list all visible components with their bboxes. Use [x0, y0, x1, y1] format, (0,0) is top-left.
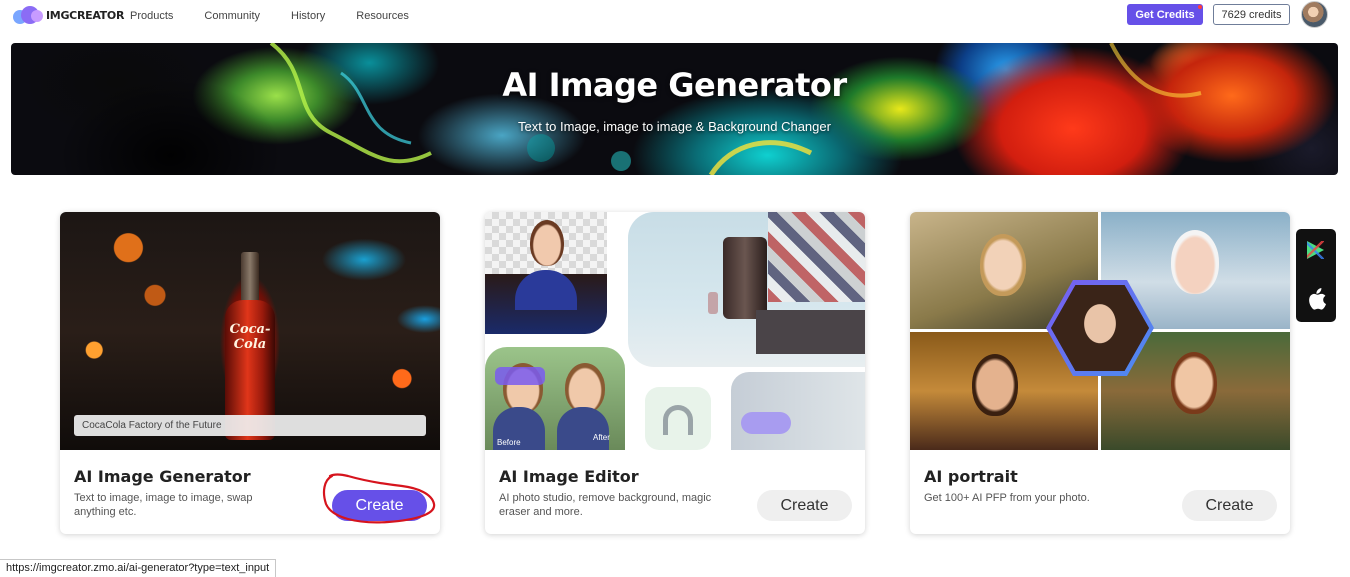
- credits-balance[interactable]: 7629 credits: [1213, 4, 1290, 25]
- brand-name: IMGCREATOR: [46, 8, 125, 22]
- logo-mark-icon: [13, 4, 43, 26]
- tile-coffee-machine: [628, 212, 865, 367]
- nav-link-community[interactable]: Community: [204, 10, 260, 22]
- nav-link-products[interactable]: Products: [130, 10, 173, 22]
- apple-icon[interactable]: [1305, 287, 1327, 315]
- card-image-portraits: [910, 212, 1290, 450]
- tile-headphones: [645, 387, 711, 450]
- create-button[interactable]: Create: [1182, 490, 1277, 521]
- get-credits-button[interactable]: Get Credits: [1127, 4, 1203, 25]
- tile-magic-eraser: [731, 372, 865, 450]
- status-bar-url: https://imgcreator.zmo.ai/ai-generator?t…: [0, 559, 277, 577]
- card-description: AI photo studio, remove background, magi…: [499, 492, 712, 518]
- red-circle-annotation: [322, 473, 436, 524]
- notification-dot: [1198, 5, 1202, 9]
- card-title: AI portrait: [924, 467, 1018, 486]
- hero-art: [269, 43, 1202, 175]
- card-ai-image-editor[interactable]: Before After AI Image Editor AI photo st…: [485, 212, 865, 534]
- nav-links: Products Community History Resources: [130, 10, 440, 22]
- before-label: Before: [497, 438, 521, 447]
- tile-background-removal: [485, 212, 607, 334]
- card-ai-portrait[interactable]: AI portrait Get 100+ AI PFP from your ph…: [910, 212, 1290, 534]
- app-store-panel: [1296, 229, 1336, 322]
- card-image-editor-collage: Before After: [485, 212, 865, 450]
- get-credits-label: Get Credits: [1135, 8, 1195, 21]
- google-play-icon[interactable]: [1307, 241, 1324, 259]
- hero-title: AI Image Generator: [502, 66, 847, 104]
- card-title: AI Image Generator: [74, 467, 251, 486]
- card-title: AI Image Editor: [499, 467, 639, 486]
- hero-banner: AI Image Generator Text to Image, image …: [11, 43, 1338, 175]
- brand-logo[interactable]: IMGCREATOR: [13, 4, 124, 26]
- bottle-label: Coca-Cola: [229, 322, 271, 352]
- image-caption: CocaCola Factory of the Future: [74, 415, 426, 436]
- card-image-cocacola-factory: Coca-Cola CocaCola Factory of the Future: [60, 212, 440, 450]
- nav-link-history[interactable]: History: [291, 10, 325, 22]
- user-avatar[interactable]: [1301, 1, 1328, 28]
- nav-link-resources[interactable]: Resources: [356, 10, 409, 22]
- top-navigation: IMGCREATOR Products Community History Re…: [0, 0, 1350, 31]
- tile-before-after: Before After: [485, 347, 625, 450]
- create-button[interactable]: Create: [757, 490, 852, 521]
- hero-subtitle: Text to Image, image to image & Backgrou…: [518, 119, 831, 134]
- card-description: Get 100+ AI PFP from your photo.: [924, 492, 1090, 504]
- after-label: After: [593, 433, 610, 442]
- card-description: Text to image, image to image, swap anyt…: [74, 492, 253, 518]
